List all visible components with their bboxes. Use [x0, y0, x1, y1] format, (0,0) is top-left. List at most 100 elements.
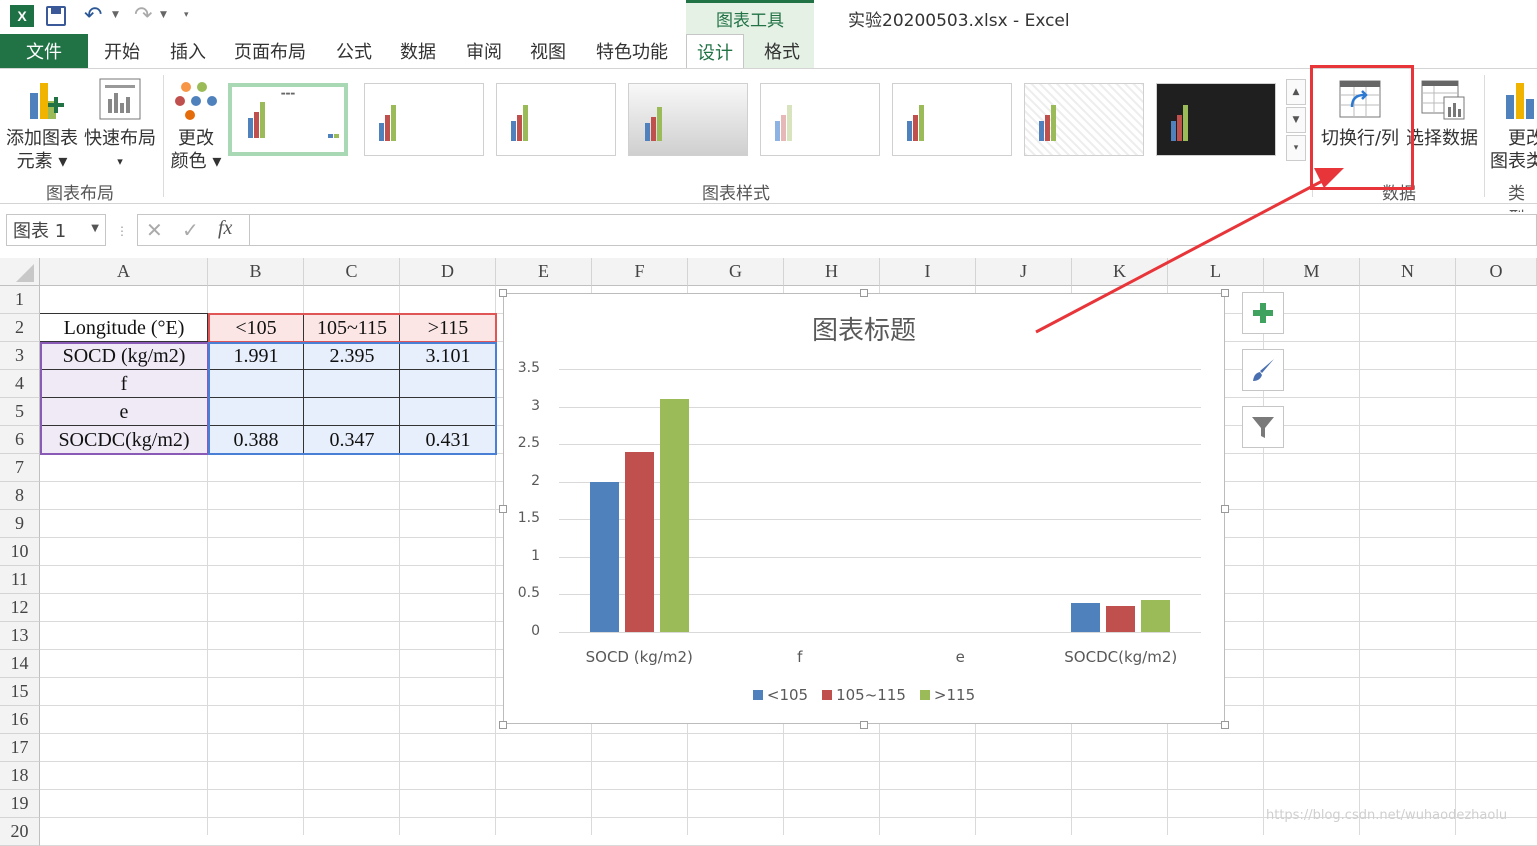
column-header-i[interactable]: I — [880, 258, 976, 286]
cell-c3[interactable]: 2.395 — [304, 342, 400, 370]
tab-data[interactable]: 数据 — [400, 34, 436, 68]
gallery-scroll-up-icon[interactable]: ▲ — [1286, 79, 1306, 105]
row-header-8[interactable]: 8 — [0, 482, 40, 510]
resize-handle[interactable] — [860, 721, 868, 729]
resize-handle[interactable] — [499, 289, 507, 297]
row-header-10[interactable]: 10 — [0, 538, 40, 566]
chart-legend[interactable]: <105 105~115 >115 — [504, 686, 1224, 704]
tab-review[interactable]: 审阅 — [466, 34, 502, 68]
cell-b2[interactable]: <105 — [208, 314, 304, 342]
name-box[interactable]: 图表 1 ▼ — [6, 214, 106, 246]
bar-series-2-cat-0[interactable] — [659, 398, 689, 632]
chart-styles-button[interactable] — [1242, 349, 1284, 391]
resize-handle[interactable] — [860, 289, 868, 297]
legend-item[interactable]: <105 — [752, 686, 808, 704]
row-header-11[interactable]: 11 — [0, 566, 40, 594]
bar-series-1-cat-0[interactable] — [624, 452, 654, 632]
row-header-16[interactable]: 16 — [0, 706, 40, 734]
column-header-b[interactable]: B — [208, 258, 304, 286]
column-header-k[interactable]: K — [1072, 258, 1168, 286]
redo-icon[interactable]: ↷ — [134, 3, 152, 28]
resize-handle[interactable] — [1221, 289, 1229, 297]
undo-dropdown-icon[interactable]: ▼ — [112, 10, 119, 20]
row-header-20[interactable]: 20 — [0, 818, 40, 846]
cell-a5[interactable]: e — [40, 398, 208, 426]
column-header-a[interactable]: A — [40, 258, 208, 286]
resize-handle[interactable] — [1221, 505, 1229, 513]
quick-layout-button[interactable]: 快速布局 ▾ — [82, 77, 158, 173]
row-header-5[interactable]: 5 — [0, 398, 40, 426]
tab-format[interactable]: 格式 — [764, 34, 800, 68]
chart-filters-button[interactable] — [1242, 406, 1284, 448]
row-header-6[interactable]: 6 — [0, 426, 40, 454]
cell-c2[interactable]: 105~115 — [304, 314, 400, 342]
chart-style-thumb-1[interactable]: ▬▬▬ — [228, 83, 348, 156]
row-header-9[interactable]: 9 — [0, 510, 40, 538]
column-header-c[interactable]: C — [304, 258, 400, 286]
legend-item[interactable]: 105~115 — [822, 686, 906, 704]
bar-series-0-cat-0[interactable] — [589, 482, 619, 632]
column-header-l[interactable]: L — [1168, 258, 1264, 286]
chart-style-thumb-2[interactable] — [364, 83, 484, 156]
cell-b6[interactable]: 0.388 — [208, 426, 304, 454]
cell-d2[interactable]: >115 — [400, 314, 496, 342]
row-header-19[interactable]: 19 — [0, 790, 40, 818]
chart-style-thumb-5[interactable] — [760, 83, 880, 156]
cell-a6[interactable]: SOCDC(kg/m2) — [40, 426, 208, 454]
chart-style-thumb-6[interactable] — [892, 83, 1012, 156]
customize-qat-icon[interactable]: ▾ — [184, 10, 189, 20]
tab-insert[interactable]: 插入 — [170, 34, 206, 68]
chart-style-thumb-3[interactable] — [496, 83, 616, 156]
chart-style-thumb-8[interactable] — [1156, 83, 1276, 156]
bar-series-2-cat-3[interactable] — [1141, 599, 1171, 632]
row-header-12[interactable]: 12 — [0, 594, 40, 622]
tab-view[interactable]: 视图 — [530, 34, 566, 68]
column-header-h[interactable]: H — [784, 258, 880, 286]
add-chart-element-button[interactable]: 添加图表 元素 ▾ — [4, 77, 80, 173]
select-all-corner[interactable] — [0, 258, 40, 286]
cell-b3[interactable]: 1.991 — [208, 342, 304, 370]
chart-object[interactable]: 图表标题 0 0.5 1 1.5 2 2.5 3 3.5 SOCD (kg/m2) f e SOCDC… — [503, 293, 1225, 724]
cell-d3[interactable]: 3.101 — [400, 342, 496, 370]
row-header-15[interactable]: 15 — [0, 678, 40, 706]
resize-handle[interactable] — [499, 721, 507, 729]
tab-home[interactable]: 开始 — [104, 34, 140, 68]
row-header-7[interactable]: 7 — [0, 454, 40, 482]
column-header-m[interactable]: M — [1264, 258, 1360, 286]
column-header-f[interactable]: F — [592, 258, 688, 286]
save-icon[interactable] — [46, 6, 66, 26]
bar-series-1-cat-3[interactable] — [1106, 605, 1136, 632]
tab-special-features[interactable]: 特色功能 — [596, 34, 668, 68]
row-header-2[interactable]: 2 — [0, 314, 40, 342]
tab-page-layout[interactable]: 页面布局 — [234, 34, 306, 68]
formula-input[interactable] — [250, 214, 1537, 246]
bar-series-0-cat-3[interactable] — [1071, 602, 1101, 632]
resize-handle[interactable] — [1221, 721, 1229, 729]
name-box-dropdown-icon[interactable]: ▼ — [91, 223, 99, 234]
confirm-icon[interactable]: ✓ — [182, 218, 199, 242]
select-data-button[interactable]: 选择数据 — [1404, 77, 1480, 150]
row-header-4[interactable]: 4 — [0, 370, 40, 398]
resize-handle[interactable] — [499, 505, 507, 513]
chart-elements-button[interactable] — [1242, 292, 1284, 334]
column-header-j[interactable]: J — [976, 258, 1072, 286]
chart-style-thumb-7[interactable] — [1024, 83, 1144, 156]
cell-a3[interactable]: SOCD (kg/m2) — [40, 342, 208, 370]
row-header-17[interactable]: 17 — [0, 734, 40, 762]
row-header-13[interactable]: 13 — [0, 622, 40, 650]
cancel-icon[interactable]: ✕ — [146, 218, 163, 242]
insert-function-icon[interactable]: fx — [218, 217, 232, 240]
row-header-1[interactable]: 1 — [0, 286, 40, 314]
column-header-e[interactable]: E — [496, 258, 592, 286]
row-header-3[interactable]: 3 — [0, 342, 40, 370]
cell-c6[interactable]: 0.347 — [304, 426, 400, 454]
tab-file[interactable]: 文件 — [0, 34, 88, 68]
row-header-18[interactable]: 18 — [0, 762, 40, 790]
cell-a4[interactable]: f — [40, 370, 208, 398]
row-header-14[interactable]: 14 — [0, 650, 40, 678]
chart-title[interactable]: 图表标题 — [504, 310, 1224, 347]
cell-d6[interactable]: 0.431 — [400, 426, 496, 454]
column-header-n[interactable]: N — [1360, 258, 1456, 286]
legend-item[interactable]: >115 — [919, 686, 975, 704]
gallery-more-icon[interactable]: ▾ — [1286, 135, 1306, 161]
